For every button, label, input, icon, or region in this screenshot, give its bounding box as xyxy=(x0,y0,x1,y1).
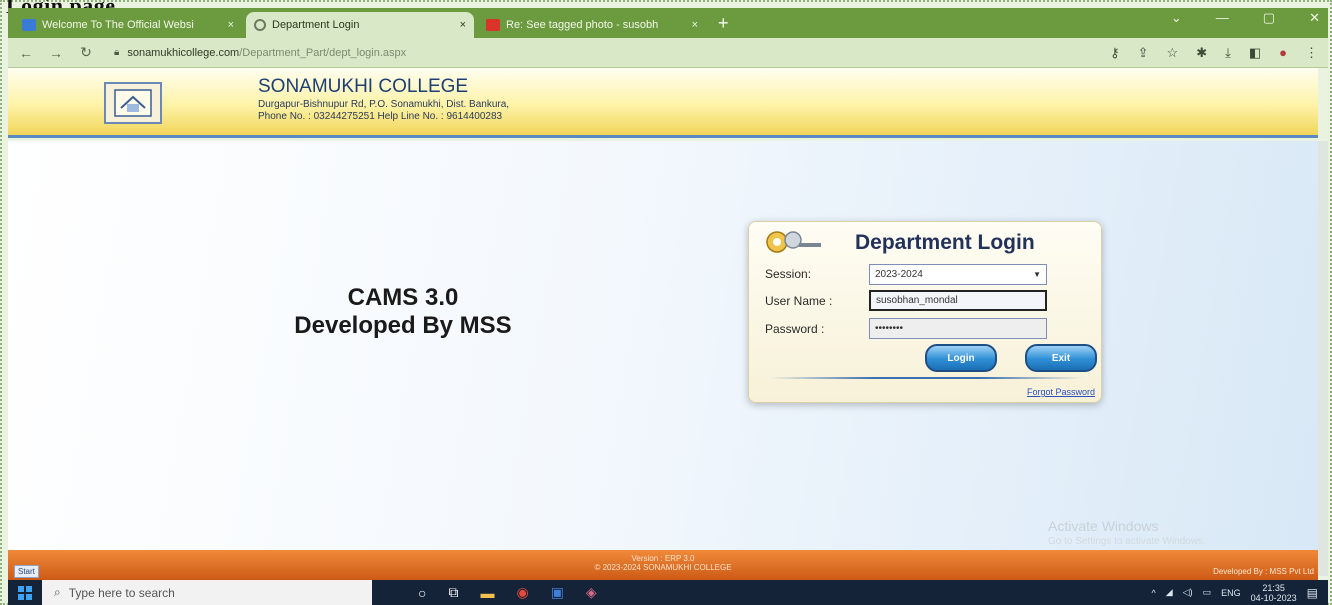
site-favicon-icon xyxy=(22,19,36,31)
tab-close-icon[interactable]: × xyxy=(460,19,466,31)
notifications-icon[interactable]: ▤ xyxy=(1307,586,1318,600)
windows-start-icon[interactable] xyxy=(8,580,42,605)
session-label: Session: xyxy=(765,267,812,281)
taskbar-search-box[interactable]: ⌕ Type here to search xyxy=(42,580,372,605)
site-footer: Version : ERP 3.0 © 2023-2024 SONAMUKHI … xyxy=(8,550,1318,580)
gmail-icon xyxy=(486,19,500,31)
file-explorer-icon[interactable]: ▬ xyxy=(480,585,494,601)
session-select[interactable]: 2023-2024 ▼ xyxy=(869,264,1047,285)
page-scrollbar[interactable] xyxy=(1318,141,1328,576)
new-tab-button[interactable]: + xyxy=(710,13,737,38)
extensions-icon[interactable]: ✱ xyxy=(1196,45,1207,61)
share-icon[interactable]: ⇪ xyxy=(1138,45,1149,61)
menu-icon[interactable]: ⋮ xyxy=(1305,45,1318,61)
loading-icon xyxy=(254,19,266,31)
cams-developer: Developed By MSS xyxy=(294,312,512,339)
network-icon[interactable]: ◢ xyxy=(1166,587,1173,598)
department-login-panel: Department Login Session: 2023-2024 ▼ Us… xyxy=(748,221,1102,403)
cams-version: CAMS 3.0 xyxy=(347,284,459,311)
language-indicator[interactable]: ENG xyxy=(1221,588,1241,598)
lock-icon[interactable]: 🔒︎ xyxy=(114,47,119,58)
chevron-down-icon: ▼ xyxy=(1033,270,1041,279)
profile-avatar-icon[interactable]: ● xyxy=(1279,45,1287,61)
tab-close-icon[interactable]: × xyxy=(228,19,234,31)
tab-title: Welcome To The Official Websi xyxy=(42,19,194,31)
volume-icon[interactable]: ◁) xyxy=(1183,587,1193,598)
college-name: SONAMUKHI COLLEGE xyxy=(258,76,469,97)
tab-search-icon[interactable]: ⌄ xyxy=(1171,10,1182,26)
activate-windows-hint: Go to Settings to activate Windows. xyxy=(1048,536,1206,547)
login-button[interactable]: Login xyxy=(925,344,997,372)
start-label[interactable]: Start xyxy=(14,565,39,578)
tab-title: Re: See tagged photo - susobh xyxy=(506,19,659,31)
cortana-icon[interactable]: ○ xyxy=(418,585,426,601)
forward-arrow-icon[interactable]: → xyxy=(48,45,64,61)
back-arrow-icon[interactable]: ← xyxy=(18,45,34,61)
activate-windows-title: Activate Windows xyxy=(1048,518,1159,534)
system-tray: ^ ◢ ◁) ▭ ENG 21:35 04-10-2023 ▤ xyxy=(1152,583,1329,603)
window-controls: ⌄ — ▢ ✕ xyxy=(1171,10,1320,26)
password-input[interactable]: •••••••• xyxy=(869,318,1047,339)
developed-by-link[interactable]: Developed By : MSS Pvt Ltd xyxy=(1213,567,1314,576)
address-line: Durgapur-Bishnupur Rd, P.O. Sonamukhi, D… xyxy=(258,99,510,110)
divider xyxy=(769,377,1084,379)
search-icon: ⌕ xyxy=(54,585,61,599)
toolbar-icons: ⚷ ⇪ ☆ ✱ ⤓ ◧ ● ⋮ xyxy=(1110,45,1318,61)
tab-department-login[interactable]: Department Login × xyxy=(246,12,474,38)
chevron-up-icon[interactable]: ^ xyxy=(1152,588,1156,598)
login-title: Department Login xyxy=(855,231,1035,254)
maximize-icon[interactable]: ▢ xyxy=(1263,10,1275,26)
url-domain: sonamukhicollege.com xyxy=(127,46,240,59)
college-logo-icon xyxy=(104,82,162,124)
password-label: Password : xyxy=(765,322,825,336)
word-icon[interactable]: ▣ xyxy=(551,584,564,601)
close-window-icon[interactable]: ✕ xyxy=(1309,10,1320,26)
clock[interactable]: 21:35 04-10-2023 xyxy=(1251,583,1297,603)
site-header: SONAMUKHI COLLEGE Durgapur-Bishnupur Rd,… xyxy=(8,68,1318,138)
sidepanel-icon[interactable]: ◧ xyxy=(1249,45,1261,61)
keys-icon xyxy=(766,231,821,253)
exit-button[interactable]: Exit xyxy=(1025,344,1097,372)
tab-title: Department Login xyxy=(272,19,360,31)
cams-banner: CAMS 3.0 Developed By MSS xyxy=(258,284,548,340)
url-path: /Department_Part/dept_login.aspx xyxy=(239,46,407,59)
address-bar[interactable]: 🔒︎ sonamukhicollege.com/Department_Part/… xyxy=(108,42,1096,64)
star-icon[interactable]: ☆ xyxy=(1167,45,1179,61)
browser-toolbar: ← → ↻ 🔒︎ sonamukhicollege.com/Department… xyxy=(8,38,1328,68)
copyright-text: © 2023-2024 SONAMUKHI COLLEGE xyxy=(594,563,732,572)
username-label: User Name : xyxy=(765,294,833,308)
forgot-password-link[interactable]: Forgot Password xyxy=(1027,387,1095,397)
battery-icon[interactable]: ▭ xyxy=(1203,587,1212,598)
reload-icon[interactable]: ↻ xyxy=(78,44,94,61)
version-text: Version : ERP 3.0 xyxy=(631,554,695,563)
chrome-icon[interactable]: ◉ xyxy=(516,584,528,601)
tab-close-icon[interactable]: × xyxy=(692,19,698,31)
taskbar-apps: ○ ⧉ ▬ ◉ ▣ ◈ xyxy=(418,584,597,601)
main-content: CAMS 3.0 Developed By MSS Department Log… xyxy=(8,141,1318,550)
download-icon[interactable]: ⤓ xyxy=(1225,45,1231,61)
tab-college-website[interactable]: Welcome To The Official Websi × xyxy=(14,12,242,38)
clock-time: 21:35 xyxy=(1262,582,1285,593)
tab-gmail[interactable]: Re: See tagged photo - susobh × xyxy=(478,12,706,38)
college-address: Durgapur-Bishnupur Rd, P.O. Sonamukhi, D… xyxy=(258,99,509,123)
key-icon[interactable]: ⚷ xyxy=(1110,45,1120,61)
minimize-icon[interactable]: — xyxy=(1216,10,1229,26)
session-value: 2023-2024 xyxy=(875,269,923,280)
username-input[interactable]: susobhan_mondal xyxy=(869,290,1047,311)
task-view-icon[interactable]: ⧉ xyxy=(448,584,458,601)
search-placeholder: Type here to search xyxy=(68,585,175,600)
windows-taskbar: ⌕ Type here to search ○ ⧉ ▬ ◉ ▣ ◈ ^ ◢ ◁)… xyxy=(8,580,1328,605)
clock-date: 04-10-2023 xyxy=(1250,592,1297,603)
browser-tab-strip: Welcome To The Official Websi × Departme… xyxy=(8,8,1328,38)
app-icon[interactable]: ◈ xyxy=(586,584,597,601)
phone-line: Phone No. : 03244275251 Help Line No. : … xyxy=(258,111,503,122)
